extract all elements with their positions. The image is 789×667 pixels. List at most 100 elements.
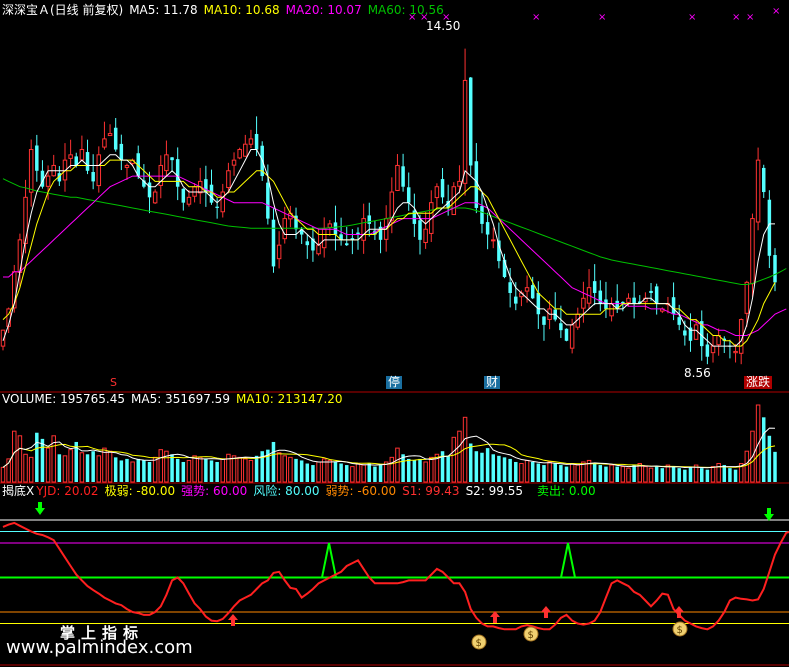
candle-body: [327, 223, 333, 228]
volume-bar: [485, 448, 490, 482]
ma60-line: [2, 178, 787, 285]
candle-body: [102, 138, 107, 148]
volume-bar: [35, 432, 39, 482]
volume-bar: [524, 459, 530, 483]
candle-body: [440, 179, 445, 198]
candle-body: [333, 222, 338, 235]
s1-label: S1: 99.43: [402, 484, 460, 498]
candle-body: [192, 186, 197, 197]
volume-bar: [722, 465, 727, 482]
volume-bar: [744, 450, 750, 483]
ma5-line: [2, 149, 775, 347]
ma20-line: [3, 175, 787, 336]
volume-bar: [288, 456, 293, 483]
volume-bar: [355, 463, 361, 483]
candle-body: [344, 243, 349, 246]
candle-body: [271, 219, 276, 267]
volume-bar: [728, 468, 732, 482]
candle-body: [514, 296, 518, 304]
volume-bar: [569, 463, 575, 483]
volume-bar: [620, 466, 626, 483]
volume-bar: [423, 461, 428, 483]
candle-body: [412, 210, 417, 224]
volume-bar: [40, 438, 45, 482]
ma10-line: [2, 159, 776, 347]
volume-bar: [530, 461, 535, 482]
volume-bar: [45, 447, 51, 483]
s2-label: S2: 99.55: [465, 484, 524, 498]
x-marker: ×: [598, 12, 606, 23]
candle-body: [85, 152, 90, 171]
ma20-label: MA20: 10.07: [285, 3, 362, 17]
candle-body: [569, 324, 575, 349]
yjd-line: [2, 521, 789, 631]
ma10-label: MA10: 10.68: [203, 3, 280, 17]
volume-bar: [23, 453, 28, 483]
candle-body: [462, 79, 468, 184]
volume-bar: [113, 457, 118, 482]
volume-bar: [215, 461, 219, 482]
candle-body: [215, 206, 219, 208]
volume-bar: [170, 454, 174, 482]
volume-bar: [339, 463, 343, 482]
candle-body: [418, 220, 422, 240]
volume-bar: [559, 465, 563, 482]
volume-bar: [626, 467, 631, 483]
candle-body: [626, 297, 631, 303]
down-arrow-stem: [38, 502, 42, 508]
volume-bar: [491, 454, 495, 482]
volume-bar: [282, 455, 287, 483]
vol-ma5-label: MA5: 351697.59: [131, 392, 230, 406]
volume-bar: [514, 461, 518, 482]
volume-bar: [542, 465, 546, 482]
candle-body: [564, 328, 569, 341]
volume-bar: [85, 454, 90, 482]
volume-bar: [237, 456, 242, 483]
volume-bar: [152, 456, 158, 483]
volume-bar: [575, 464, 581, 483]
stock-title: 深深宝Ａ(日线 前复权): [2, 3, 124, 17]
tag-limit: 涨跌: [744, 375, 773, 389]
x-marker: ×: [688, 12, 696, 23]
volume-bar: [547, 461, 552, 483]
volume-bar: [271, 441, 276, 482]
volume-bar: [12, 430, 17, 483]
volume-bar: [604, 466, 608, 482]
up-arrow-icon: [674, 606, 684, 612]
volume-bar: [333, 461, 338, 482]
candle-body: [508, 282, 512, 293]
volume-bar: [519, 463, 524, 483]
volume-bar: [243, 458, 248, 483]
volume-bar: [654, 466, 659, 482]
volume-bar: [91, 451, 95, 482]
candle-body: [632, 297, 636, 304]
yjd-label: YJD: 20.02: [36, 484, 99, 498]
candle-body: [181, 188, 186, 203]
down-arrow-stem: [767, 508, 771, 514]
candle-body: [91, 172, 95, 182]
volume-bar: [17, 435, 23, 483]
candle-body: [480, 206, 484, 224]
candle-body: [468, 77, 473, 166]
x-marker: ×: [772, 6, 780, 17]
candle-body: [35, 145, 39, 171]
volume-bar: [660, 468, 665, 482]
up-arrow-stem: [544, 612, 548, 618]
volume-bar: [615, 466, 619, 482]
volume-bar: [181, 461, 186, 482]
volume-bar: [209, 460, 214, 482]
volume-bar: [688, 466, 693, 482]
volume-bar: [705, 469, 710, 482]
candle-body: [683, 330, 687, 336]
up-arrow-stem: [677, 612, 681, 618]
volume-bar: [502, 457, 507, 482]
tag-suspend: 停: [386, 375, 403, 389]
volume-header: VOLUME: 195765.45 MA5: 351697.59 MA10: 213…: [2, 392, 349, 406]
candle-body: [524, 287, 530, 292]
mc-label: 卖出: 0.00: [537, 484, 596, 498]
jr-label: 极弱: -80.00: [104, 484, 176, 498]
candle-body: [96, 154, 102, 187]
volume-label: VOLUME: 195765.45: [2, 392, 125, 406]
candle-body: [755, 159, 761, 223]
volume-bar: [592, 463, 597, 482]
